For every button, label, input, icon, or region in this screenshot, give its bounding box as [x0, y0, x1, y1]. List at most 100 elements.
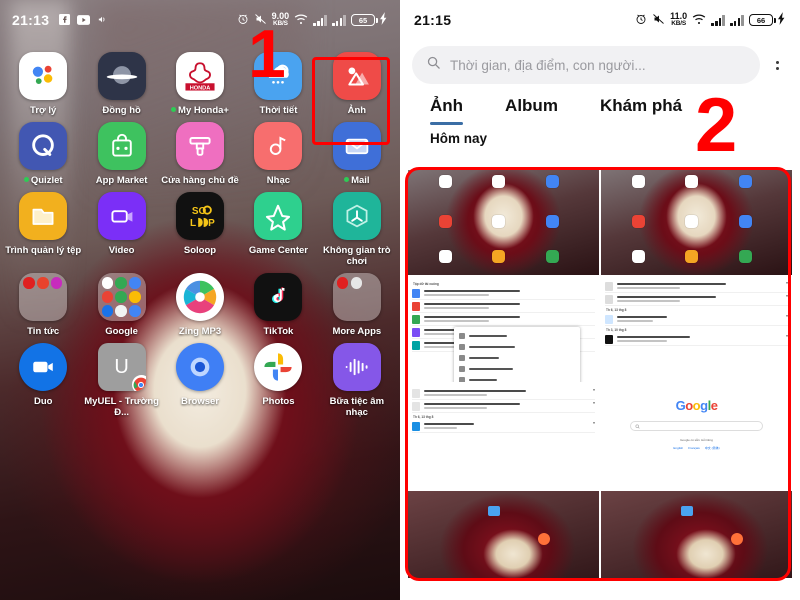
app-label: Mail	[344, 175, 370, 186]
facebook-icon	[59, 13, 71, 28]
app-quizlet[interactable]: Quizlet	[4, 116, 82, 186]
app-row: Trợ lý Đồng hồ HONDA My Honda+ Thời tiết…	[4, 46, 396, 116]
thumbnail-image	[601, 170, 792, 275]
app-anh-gallery[interactable]: Ảnh	[318, 46, 396, 116]
app-folder-tin-tuc[interactable]: Tin tức	[4, 267, 82, 337]
kebab-menu-icon[interactable]	[766, 55, 788, 76]
app-myuel[interactable]: U MyUEL - Trường Đ...	[82, 337, 160, 418]
battery-icon: 65	[351, 14, 378, 26]
photo-thumb-wallpaper-1[interactable]	[408, 491, 599, 578]
app-grid: Trợ lý Đồng hồ HONDA My Honda+ Thời tiết…	[0, 40, 400, 418]
app-my-honda[interactable]: HONDA My Honda+	[161, 46, 239, 116]
music-icon	[254, 122, 303, 170]
app-cua-hang-chu-de[interactable]: Cửa hàng chủ đề	[161, 116, 239, 186]
photo-thumb-google-homepage[interactable]: Google Google có sẵn: Hỏi tiếng English …	[601, 384, 792, 489]
thumbnail-image: Th 6, 13 thg 8	[408, 384, 599, 489]
tab-kham-pha[interactable]: Khám phá	[600, 96, 682, 125]
app-label: Duo	[33, 396, 53, 407]
thumbnail-image	[601, 491, 792, 578]
app-label: Đồng hồ	[102, 105, 141, 116]
app-photos[interactable]: Photos	[239, 337, 317, 418]
app-label: Quizlet	[23, 175, 63, 186]
mail-icon	[332, 122, 381, 170]
app-mail[interactable]: Mail	[318, 116, 396, 186]
app-label: App Market	[95, 175, 148, 186]
app-label: Trợ lý	[30, 105, 57, 116]
theme-store-icon	[176, 122, 225, 170]
charging-bolt-icon	[380, 12, 388, 28]
notification-dot	[344, 177, 350, 182]
duo-icon	[19, 343, 68, 391]
zing-mp3-icon	[176, 273, 225, 321]
app-label: Soloop	[183, 245, 217, 256]
app-app-market[interactable]: App Market	[82, 116, 160, 186]
app-label: Cửa hàng chủ đề	[161, 175, 239, 186]
app-zing-mp3[interactable]: Zing MP3	[161, 267, 239, 337]
photo-thumb-file-manager-menu[interactable]: Tập dữ tải xuống	[408, 277, 599, 382]
app-tiktok[interactable]: TikTok	[239, 267, 317, 337]
file-manager-icon	[19, 192, 68, 240]
app-game-center[interactable]: Game Center	[239, 186, 317, 267]
app-trinh-quan-ly-tep[interactable]: Trình quản lý tệp	[4, 186, 82, 267]
app-bua-tiec-am-nhac[interactable]: Bữa tiệc âm nhạc	[318, 337, 396, 418]
chrome-badge-icon	[131, 375, 146, 391]
app-nhac[interactable]: Nhạc	[239, 116, 317, 186]
app-label: Photos	[262, 396, 295, 407]
signal-icon	[332, 14, 346, 26]
photo-thumb-file-list[interactable]: Th 6, 13 thg 8	[408, 384, 599, 489]
app-browser[interactable]: Browser	[161, 337, 239, 418]
app-soloop[interactable]: SO L P Soloop	[161, 186, 239, 267]
photo-thumb-wallpaper-2[interactable]	[601, 491, 792, 578]
wifi-icon	[294, 13, 308, 28]
app-video[interactable]: Video	[82, 186, 160, 267]
app-label: Trình quản lý tệp	[5, 245, 82, 256]
app-label: Zing MP3	[178, 326, 222, 337]
clock-text: 21:13	[12, 12, 50, 28]
thumbnail-image	[408, 491, 599, 578]
search-input[interactable]: Thời gian, địa điểm, con người...	[412, 46, 760, 84]
battery-icon: 66	[749, 14, 776, 26]
mute-icon	[652, 13, 665, 28]
quizlet-icon	[19, 122, 68, 170]
app-label: Browser	[181, 396, 220, 407]
svg-text:HONDA: HONDA	[190, 85, 211, 91]
svg-text:L: L	[190, 218, 196, 229]
photo-thumb-home-screen-1[interactable]	[408, 170, 599, 275]
photo-thumb-file-list-dates[interactable]: Th 6, 13 thg 8 Th 3, 10 thg 8	[601, 277, 792, 382]
tab-album[interactable]: Album	[505, 96, 558, 125]
section-title-today: Hôm nay	[430, 131, 488, 146]
wifi-icon	[692, 13, 706, 28]
notification-dot	[171, 107, 177, 112]
app-label: TikTok	[263, 326, 294, 337]
app-folder-more-apps[interactable]: More Apps	[318, 267, 396, 337]
tab-anh[interactable]: Ảnh	[430, 96, 464, 125]
right-phone-screen: 21:15 11.0 KB/S 66 Thời gian, địa điểm, …	[400, 0, 800, 600]
photo-grid: Tập dữ tải xuống Th 6, 13 thg 8 Th 3, 10…	[408, 170, 792, 578]
signal-icon	[730, 14, 744, 26]
thumb-date-label: Th 3, 10 thg 8	[606, 328, 627, 332]
thumbnail-image: Google Google có sẵn: Hỏi tiếng English …	[601, 384, 792, 489]
more-apps-folder-icon	[332, 273, 381, 321]
app-market-icon	[97, 122, 146, 170]
thumb-date-label: Th 6, 13 thg 8	[413, 415, 434, 419]
google-photos-icon	[254, 343, 303, 391]
soloop-icon: SO L P	[176, 192, 225, 240]
app-row: Quizlet App Market Cửa hàng chủ đề Nhạc …	[4, 116, 396, 186]
photo-thumb-home-screen-2[interactable]	[601, 170, 792, 275]
app-tro-ly[interactable]: Trợ lý	[4, 46, 82, 116]
app-duo[interactable]: Duo	[4, 337, 82, 418]
app-khong-gian-tro-choi[interactable]: Không gian trò chơi	[318, 186, 396, 267]
gallery-tabs: Ảnh Album Khám phá	[400, 86, 800, 125]
app-dong-ho[interactable]: Đồng hồ	[82, 46, 160, 116]
app-label: Nhạc	[266, 175, 291, 186]
thumbnail-image	[408, 170, 599, 275]
app-label: Video	[108, 245, 135, 256]
app-folder-google[interactable]: Google	[82, 267, 160, 337]
search-icon	[426, 55, 441, 75]
browser-icon	[176, 343, 225, 391]
thumbnail-image: Th 6, 13 thg 8 Th 3, 10 thg 8	[601, 277, 792, 382]
game-center-icon	[254, 192, 303, 240]
annotation-number-1: 1	[248, 16, 286, 92]
svg-text:P: P	[208, 218, 215, 229]
search-row: Thời gian, địa điểm, con người...	[400, 40, 800, 86]
